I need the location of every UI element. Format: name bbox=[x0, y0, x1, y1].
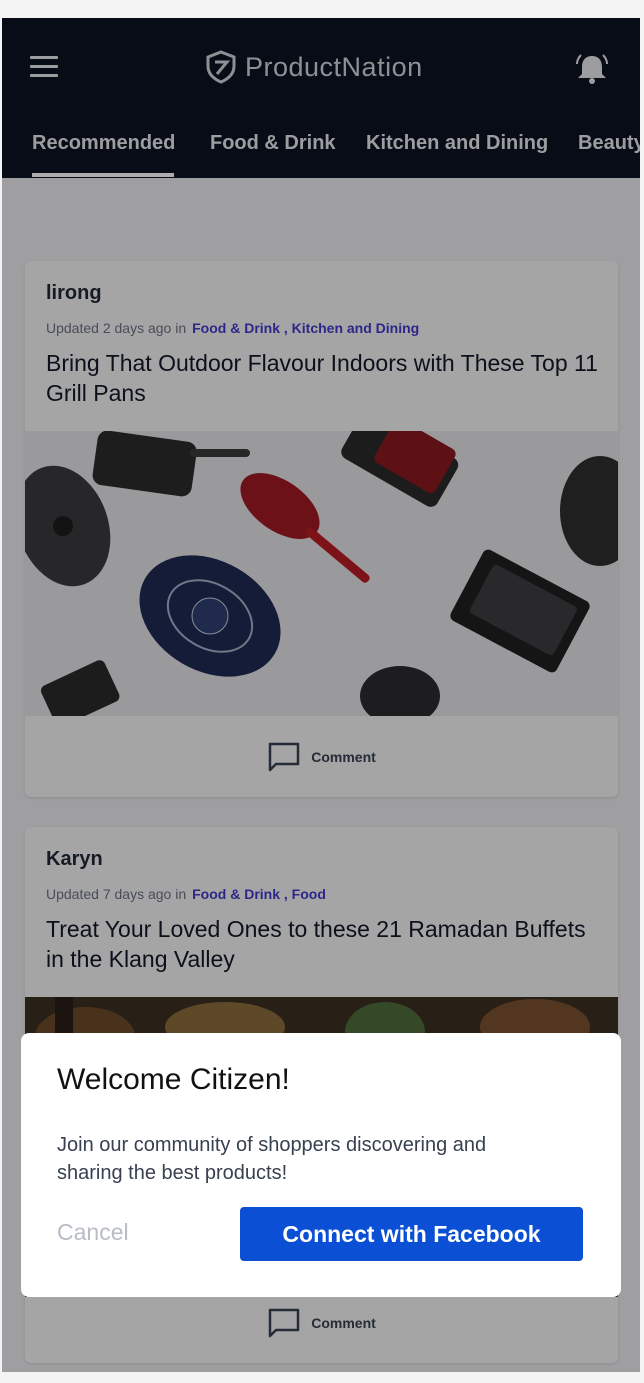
dialog-body: Join our community of shoppers discoveri… bbox=[57, 1134, 487, 1184]
dialog-title: Welcome Citizen! bbox=[57, 1063, 290, 1096]
cancel-button[interactable]: Cancel bbox=[57, 1219, 129, 1246]
welcome-dialog: Welcome Citizen! Join our community of s… bbox=[21, 1033, 621, 1297]
connect-facebook-button[interactable]: Connect with Facebook bbox=[240, 1207, 583, 1261]
